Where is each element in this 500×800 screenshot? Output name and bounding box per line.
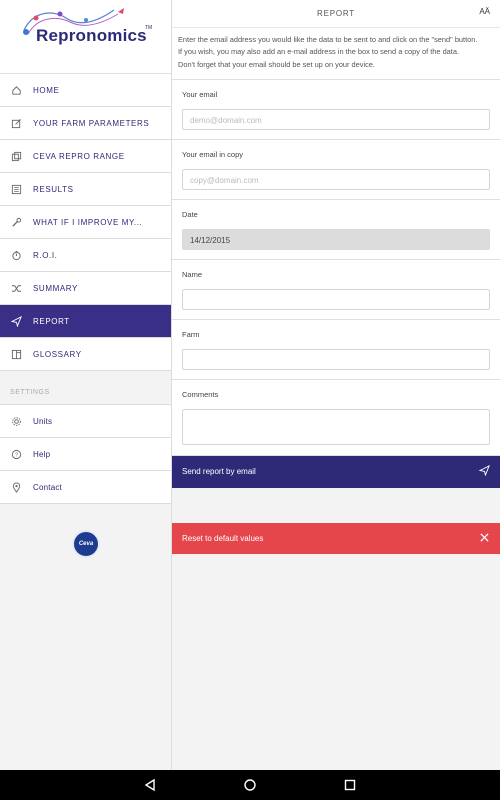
home-circle-icon [244, 779, 256, 791]
top-bar: REPORT AÄ [172, 0, 500, 28]
email-field-group: Your email demo@domain.com [172, 79, 500, 140]
sidebar-item-label: Contact [33, 482, 62, 492]
intro-text: Enter the email address you would like t… [172, 28, 500, 80]
edit-icon [10, 117, 22, 129]
sidebar-item-label: HOME [33, 85, 60, 95]
back-button[interactable] [100, 778, 200, 792]
recents-icon [344, 779, 356, 791]
recents-button[interactable] [300, 778, 400, 792]
android-nav-bar [0, 770, 500, 800]
app-logo: Repronomics TM [0, 0, 171, 74]
app-name: Repronomics [36, 26, 147, 45]
svg-text:?: ? [14, 452, 17, 458]
name-input[interactable] [182, 288, 490, 310]
name-field-group: Name [172, 259, 500, 320]
comments-field-group: Comments [172, 379, 500, 456]
settings-header: SETTINGS [0, 371, 171, 405]
book-icon [10, 348, 22, 360]
reset-defaults-button[interactable]: Reset to default values [172, 523, 500, 554]
reset-defaults-label: Reset to default values [182, 534, 264, 543]
email-label: Your email [182, 89, 218, 99]
shuffle-icon [10, 282, 22, 294]
name-label: Name [182, 269, 203, 279]
email-copy-label: Your email in copy [182, 149, 244, 159]
sidebar-item-label: WHAT IF I IMPROVE MY... [33, 217, 143, 227]
sidebar-item-farm-parameters[interactable]: YOUR FARM PARAMETERS [0, 107, 171, 140]
email-copy-input[interactable]: copy@domain.com [182, 168, 490, 190]
copy-icon [10, 150, 22, 162]
sidebar-item-units[interactable]: Units [0, 405, 171, 438]
gear-icon [10, 415, 22, 427]
sidebar-item-label: YOUR FARM PARAMETERS [33, 118, 150, 128]
comments-textarea[interactable] [182, 408, 490, 445]
intro-line: Enter the email address you would like t… [178, 35, 478, 44]
farm-label: Farm [182, 329, 200, 339]
sidebar-item-glossary[interactable]: GLOSSARY [0, 338, 171, 371]
send-report-button[interactable]: Send report by email [172, 455, 500, 488]
back-icon [144, 778, 155, 792]
sidebar-item-summary[interactable]: SUMMARY [0, 272, 171, 305]
intro-line: Don't forget that your email should be s… [178, 59, 375, 69]
sidebar-item-report[interactable]: REPORT [0, 305, 171, 338]
sidebar-item-label: CEVA REPRO RANGE [33, 151, 125, 161]
sidebar-item-label: SUMMARY [33, 283, 78, 293]
email-copy-field-group: Your email in copy copy@domain.com [172, 139, 500, 200]
sidebar-item-contact[interactable]: Contact [0, 471, 171, 504]
sidebar-item-label: RESULTS [33, 184, 74, 194]
font-size-icon[interactable]: AÄ [479, 7, 490, 16]
sidebar-item-what-if[interactable]: WHAT IF I IMPROVE MY... [0, 206, 171, 239]
sidebar-item-label: REPORT [33, 316, 70, 326]
sidebar-item-ceva-repro-range[interactable]: CEVA REPRO RANGE [0, 140, 171, 173]
home-icon [10, 84, 22, 96]
date-input[interactable]: 14/12/2015 [182, 228, 490, 250]
sidebar-item-roi[interactable]: R.O.I. [0, 239, 171, 272]
date-field-group: Date 14/12/2015 [172, 199, 500, 260]
pin-icon [10, 481, 22, 493]
sidebar-item-home[interactable]: HOME [0, 74, 171, 107]
list-icon [10, 183, 22, 195]
home-button[interactable] [200, 778, 300, 792]
farm-field-group: Farm [172, 319, 500, 380]
comments-label: Comments [182, 389, 219, 399]
sidebar-item-label: GLOSSARY [33, 349, 82, 359]
sidebar-item-label: Units [33, 416, 53, 426]
email-input[interactable]: demo@domain.com [182, 108, 490, 130]
send-icon [478, 464, 490, 479]
ceva-logo: Ceva [72, 530, 100, 558]
trademark: TM [145, 25, 153, 31]
intro-line: If you wish, you may also add an e-mail … [178, 47, 460, 57]
sidebar-item-label: R.O.I. [33, 250, 58, 260]
date-label: Date [182, 209, 198, 219]
help-icon: ? [10, 448, 22, 460]
sidebar-item-help[interactable]: ? Help [0, 438, 171, 471]
close-icon [479, 532, 490, 546]
farm-input[interactable] [182, 348, 490, 370]
page-title: REPORT [317, 9, 355, 18]
sidebar-item-results[interactable]: RESULTS [0, 173, 171, 206]
sidebar: Repronomics TM HOME YOUR FARM PARAMETERS… [0, 0, 172, 770]
sidebar-item-label: Help [33, 449, 51, 459]
timer-icon [10, 249, 22, 261]
send-report-label: Send report by email [182, 467, 256, 477]
wrench-icon [10, 216, 22, 228]
main-content: REPORT AÄ Enter the email address you wo… [172, 0, 500, 770]
send-icon [10, 315, 22, 327]
